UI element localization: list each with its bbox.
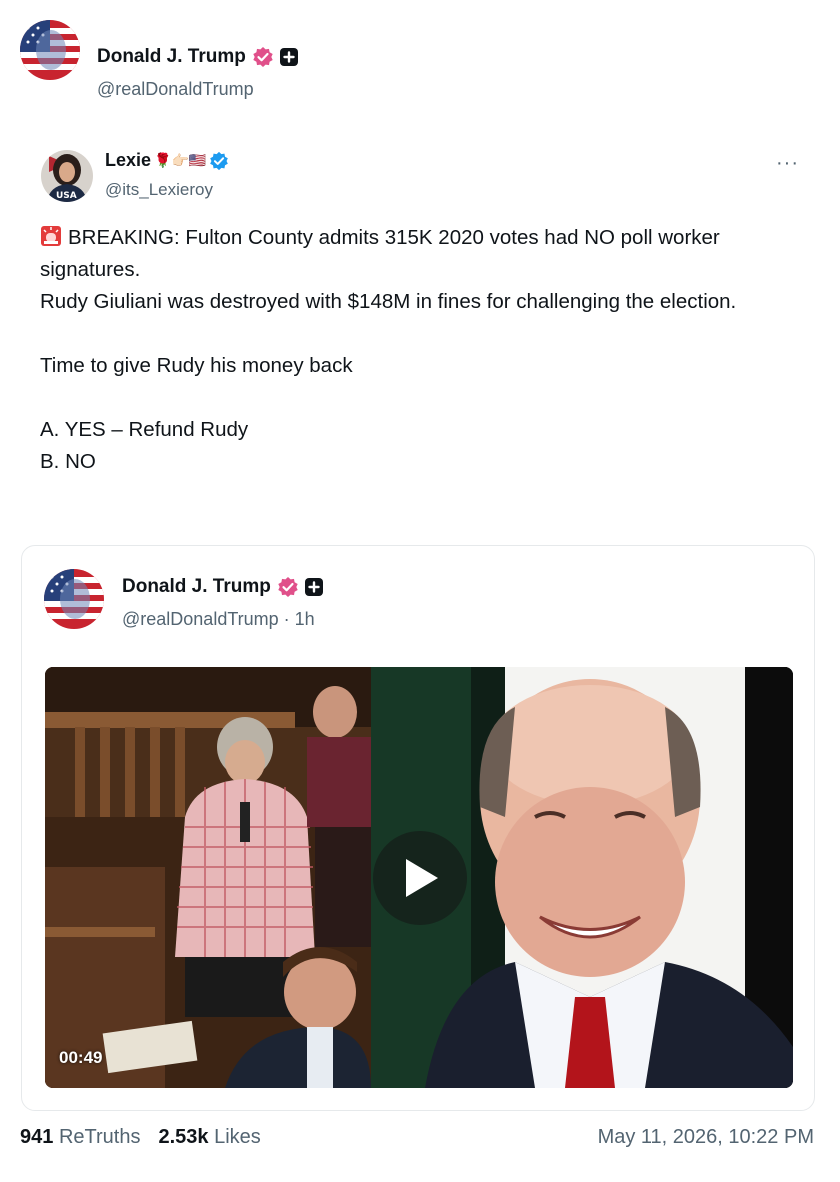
embed-author-name-row: Donald J. Trump bbox=[122, 576, 323, 598]
video-duration: 00:49 bbox=[59, 1048, 103, 1067]
siren-icon bbox=[40, 225, 62, 247]
post-timestamp[interactable]: May 11, 2026, 10:22 PM bbox=[598, 1126, 814, 1149]
poll-option-a: A. YES – Refund Rudy bbox=[40, 418, 249, 441]
embed-author-avatar[interactable] bbox=[44, 569, 104, 629]
author-handle[interactable]: @realDonaldTrump bbox=[97, 79, 254, 100]
blue-check-icon bbox=[209, 151, 229, 171]
verified-badge-icon bbox=[252, 46, 274, 68]
author-avatar[interactable] bbox=[20, 20, 80, 80]
quoted-author-name-row: Lexie 🌹👉🏻🇺🇸 bbox=[105, 150, 229, 171]
plus-badge-icon bbox=[304, 578, 323, 596]
post-stats: 941 ReTruths 2.53k Likes bbox=[20, 1126, 261, 1149]
name-emojis: 🌹👉🏻🇺🇸 bbox=[154, 152, 207, 168]
post-text: BREAKING: Fulton County admits 315K 2020… bbox=[40, 222, 800, 478]
likes-count: 2.53k bbox=[158, 1126, 209, 1148]
retruths-count: 941 bbox=[20, 1126, 54, 1148]
poll-option-b: B. NO bbox=[40, 450, 96, 473]
post-line-1: BREAKING: Fulton County admits 315K 2020… bbox=[40, 222, 800, 286]
post-line-3: Time to give Rudy his money back bbox=[40, 354, 353, 377]
quoted-author-display-name[interactable]: Lexie bbox=[105, 150, 151, 171]
more-icon[interactable]: ··· bbox=[776, 152, 799, 175]
retruths-label: ReTruths bbox=[58, 1126, 141, 1148]
play-icon bbox=[406, 859, 438, 897]
embed-author-display-name[interactable]: Donald J. Trump bbox=[122, 576, 271, 598]
play-button[interactable] bbox=[373, 831, 467, 925]
separator-dot: · bbox=[278, 609, 295, 629]
likes-stat[interactable]: 2.53k Likes bbox=[158, 1126, 260, 1149]
likes-label: Likes bbox=[214, 1126, 261, 1148]
plus-badge-icon bbox=[279, 48, 298, 66]
post-line-2: Rudy Giuliani was destroyed with $148M i… bbox=[40, 290, 737, 313]
video-player[interactable]: 00:49 bbox=[45, 667, 793, 1088]
quoted-author-avatar[interactable]: USA bbox=[41, 150, 93, 202]
post-footer: 941 ReTruths 2.53k Likes May 11, 2026, 1… bbox=[20, 1126, 820, 1156]
embed-author-handle[interactable]: @realDonaldTrump bbox=[122, 609, 279, 630]
author-display-name[interactable]: Donald J. Trump bbox=[97, 46, 246, 68]
avatar-usa-text: USA bbox=[56, 191, 77, 201]
embedded-post-card[interactable]: Donald J. Trump @realDonaldTrump · 1h 00… bbox=[21, 545, 815, 1111]
post-age[interactable]: 1h bbox=[295, 609, 315, 630]
embed-handle-row: @realDonaldTrump · 1h bbox=[122, 609, 315, 630]
retruths-stat[interactable]: 941 ReTruths bbox=[20, 1126, 140, 1149]
post-line-1-text: BREAKING: Fulton County admits 315K 2020… bbox=[40, 226, 720, 281]
post-author-header: Donald J. Trump @realDonaldTrump bbox=[20, 20, 820, 99]
author-name-row: Donald J. Trump bbox=[97, 46, 298, 68]
quoted-author-handle[interactable]: @its_Lexieroy bbox=[105, 180, 213, 200]
verified-badge-icon bbox=[277, 576, 299, 598]
